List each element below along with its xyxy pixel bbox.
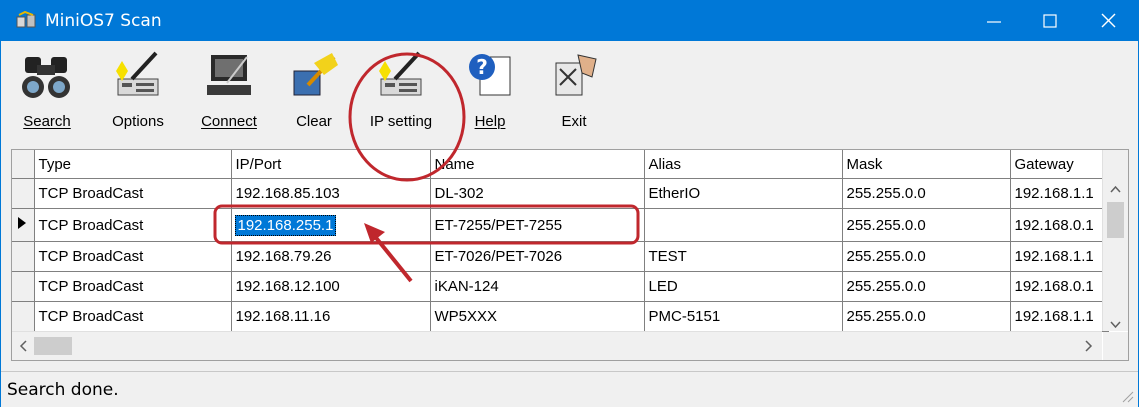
cell-ip-port[interactable]: 192.168.12.100 <box>231 271 431 302</box>
row-indicator[interactable] <box>12 241 35 272</box>
cell-alias[interactable]: PMC-5151 <box>644 301 843 332</box>
search-button[interactable]: Search <box>17 49 77 141</box>
cell-mask[interactable]: 255.255.0.0 <box>842 208 1011 242</box>
column-header-gateway[interactable]: Gateway <box>1010 150 1109 179</box>
column-header-alias[interactable]: Alias <box>644 150 843 179</box>
scroll-right-icon <box>1085 340 1093 352</box>
cell-ip-port[interactable]: 192.168.11.16 <box>231 301 431 332</box>
app-icon <box>16 11 36 28</box>
window-title: MiniOS7 Scan <box>45 11 162 31</box>
maximize-button[interactable] <box>1023 1 1079 41</box>
help-button-label: Help <box>474 113 506 130</box>
connect-icon <box>207 55 251 95</box>
selected-ip-text: 192.168.255.1 <box>234 214 337 236</box>
row-indicator[interactable] <box>12 208 35 242</box>
cell-ip-port[interactable]: 192.168.85.103 <box>231 178 431 209</box>
options-icon <box>116 51 159 96</box>
cell-alias[interactable]: TEST <box>644 241 843 272</box>
ip-setting-button-label: IP setting <box>369 113 433 130</box>
vertical-scroll-thumb <box>1107 202 1124 238</box>
cell-mask[interactable]: 255.255.0.0 <box>842 178 1011 209</box>
help-icon: ? <box>469 54 511 96</box>
minios7-scan-window: MiniOS7 Scan Search Options Connect Clea… <box>0 0 1139 407</box>
cell-alias[interactable]: LED <box>644 271 843 302</box>
cell-name[interactable]: ET-7026/PET-7026 <box>430 241 645 272</box>
column-header-ip-port[interactable]: IP/Port <box>231 150 431 179</box>
connect-button[interactable]: Connect <box>189 49 269 141</box>
table-row-selected[interactable]: TCP BroadCast 192.168.255.1 ET-7255/PET-… <box>12 208 1109 242</box>
cell-gateway[interactable]: 192.168.0.1 <box>1010 271 1109 302</box>
connect-button-label: Connect <box>201 113 257 130</box>
options-button-label: Options <box>112 113 164 130</box>
toolbar: Search Options Connect Clear IP setting … <box>1 41 1138 146</box>
table-row[interactable]: TCP BroadCast 192.168.79.26 ET-7026/PET-… <box>12 241 1109 272</box>
cell-ip-port-selected[interactable]: 192.168.255.1 <box>231 208 431 242</box>
cell-ip-port[interactable]: 192.168.79.26 <box>231 241 431 272</box>
cell-alias[interactable] <box>644 208 843 242</box>
table-row[interactable]: TCP BroadCast 192.168.85.103 DL-302 Ethe… <box>12 178 1109 209</box>
minimize-button[interactable] <box>967 1 1023 41</box>
cell-gateway[interactable]: 192.168.1.1 <box>1010 301 1109 332</box>
row-indicator-header <box>12 150 35 179</box>
cell-mask[interactable]: 255.255.0.0 <box>842 271 1011 302</box>
ip-setting-icon <box>379 51 422 96</box>
column-header-name[interactable]: Name <box>430 150 645 179</box>
column-header-mask[interactable]: Mask <box>842 150 1011 179</box>
row-indicator[interactable] <box>12 301 35 332</box>
exit-icon <box>555 54 597 96</box>
binoculars-icon <box>22 57 70 98</box>
close-button[interactable] <box>1081 1 1137 41</box>
scroll-down-icon <box>1110 321 1121 329</box>
row-indicator[interactable] <box>12 271 35 302</box>
broom-icon <box>293 53 338 96</box>
cell-type[interactable]: TCP BroadCast <box>34 208 232 242</box>
ip-setting-button[interactable]: IP setting <box>359 49 443 141</box>
maximize-icon <box>1043 14 1057 28</box>
cell-type[interactable]: TCP BroadCast <box>34 271 232 302</box>
horizontal-scrollbar-graphics <box>19 337 1093 355</box>
cell-name[interactable]: iKAN-124 <box>430 271 645 302</box>
table-row[interactable]: TCP BroadCast 192.168.11.16 WP5XXX PMC-5… <box>12 301 1109 332</box>
cell-gateway[interactable]: 192.168.1.1 <box>1010 241 1109 272</box>
cell-mask[interactable]: 255.255.0.0 <box>842 301 1011 332</box>
vertical-scrollbar-graphics <box>1107 185 1124 329</box>
scrollbar-corner <box>1103 332 1128 360</box>
horizontal-scroll-thumb <box>34 337 72 355</box>
help-button[interactable]: ? Help <box>465 49 515 141</box>
horizontal-scrollbar[interactable] <box>12 331 1102 360</box>
column-header-type[interactable]: Type <box>34 150 232 179</box>
clear-button-label: Clear <box>296 113 332 130</box>
cell-name[interactable]: ET-7255/PET-7255 <box>430 208 645 242</box>
cell-type[interactable]: TCP BroadCast <box>34 178 232 209</box>
exit-button-label: Exit <box>561 113 587 130</box>
search-button-label: Search <box>23 113 71 130</box>
current-row-arrow-icon <box>18 217 26 229</box>
cell-alias[interactable]: EtherIO <box>644 178 843 209</box>
cell-type[interactable]: TCP BroadCast <box>34 241 232 272</box>
scroll-up-icon <box>1110 185 1121 193</box>
cell-name[interactable]: DL-302 <box>430 178 645 209</box>
title-bar[interactable]: MiniOS7 Scan <box>1 1 1138 41</box>
cell-mask[interactable]: 255.255.0.0 <box>842 241 1011 272</box>
close-icon <box>1101 13 1116 28</box>
device-grid[interactable]: Type IP/Port Name Alias Mask Gateway TCP… <box>11 149 1129 361</box>
resize-grip-icon[interactable] <box>1118 387 1134 403</box>
row-indicator[interactable] <box>12 178 35 209</box>
cell-gateway[interactable]: 192.168.1.1 <box>1010 178 1109 209</box>
status-text: Search done. <box>7 380 119 400</box>
cell-type[interactable]: TCP BroadCast <box>34 301 232 332</box>
table-row[interactable]: TCP BroadCast 192.168.12.100 iKAN-124 LE… <box>12 271 1109 302</box>
exit-button[interactable]: Exit <box>549 49 599 141</box>
scroll-left-icon <box>19 340 27 352</box>
options-button[interactable]: Options <box>103 49 173 141</box>
status-bar: Search done. <box>1 371 1138 407</box>
cell-gateway[interactable]: 192.168.0.1 <box>1010 208 1109 242</box>
minimize-icon <box>987 21 1001 23</box>
header-row: Type IP/Port Name Alias Mask Gateway <box>12 150 1109 179</box>
vertical-scrollbar[interactable] <box>1102 150 1128 331</box>
clear-button[interactable]: Clear <box>281 49 347 141</box>
svg-text:?: ? <box>476 55 488 79</box>
cell-name[interactable]: WP5XXX <box>430 301 645 332</box>
